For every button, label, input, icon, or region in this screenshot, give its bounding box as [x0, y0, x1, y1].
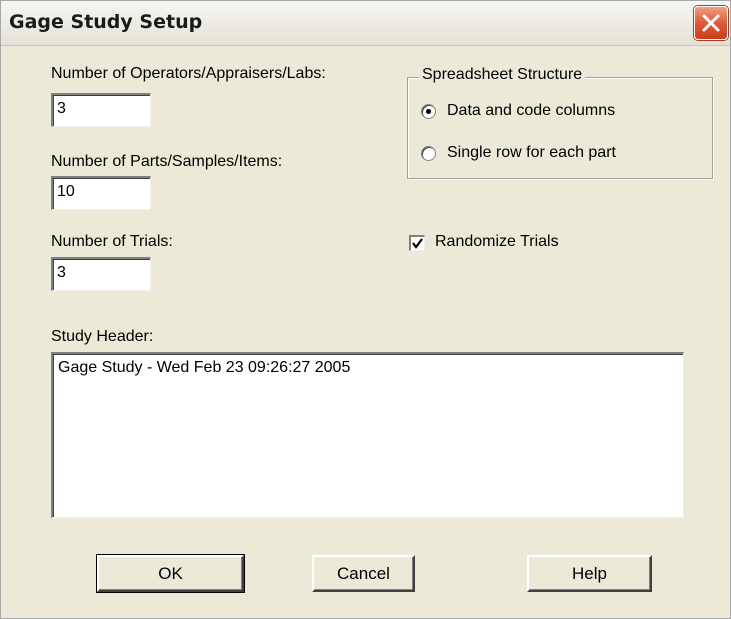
close-button[interactable]	[694, 6, 728, 40]
operators-label: Number of Operators/Appraisers/Labs:	[51, 65, 326, 82]
parts-label: Number of Parts/Samples/Items:	[51, 153, 283, 170]
checkbox-box[interactable]	[409, 235, 425, 251]
radio-dot-icon	[426, 109, 431, 114]
title-bar[interactable]: Gage Study Setup	[1, 1, 730, 46]
checkmark-icon	[412, 238, 423, 249]
radio-button[interactable]	[421, 146, 436, 161]
parts-input[interactable]: 10	[51, 176, 151, 210]
spreadsheet-structure-group	[407, 77, 713, 179]
ok-button[interactable]: OK	[96, 554, 245, 593]
window-title: Gage Study Setup	[9, 11, 203, 33]
trials-label: Number of Trials:	[51, 233, 173, 250]
radio-label: Single row for each part	[447, 144, 616, 161]
study-header-textarea[interactable]: Gage Study - Wed Feb 23 09:26:27 2005	[51, 352, 684, 518]
randomize-trials-label: Randomize Trials	[435, 233, 559, 250]
spreadsheet-structure-title: Spreadsheet Structure	[419, 66, 586, 84]
study-header-label: Study Header:	[51, 328, 154, 345]
cancel-button[interactable]: Cancel	[312, 555, 415, 592]
radio-button-selected[interactable]	[421, 104, 436, 119]
help-button[interactable]: Help	[527, 555, 652, 592]
close-icon	[702, 14, 720, 32]
radio-label: Data and code columns	[447, 102, 616, 119]
trials-input[interactable]: 3	[51, 257, 151, 291]
gage-study-setup-dialog: Gage Study Setup Number of Operators/App…	[0, 0, 731, 619]
operators-input[interactable]: 3	[51, 93, 151, 127]
